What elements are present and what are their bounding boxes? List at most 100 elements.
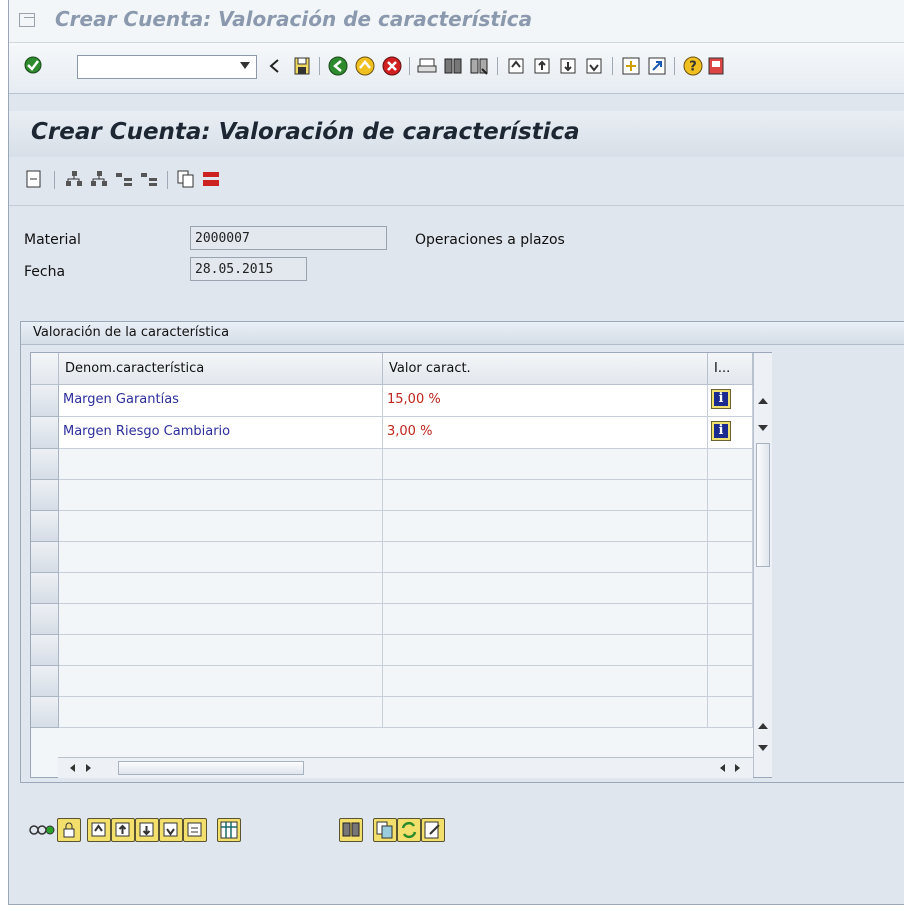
scroll-right-icon[interactable] — [86, 764, 91, 772]
row-selector[interactable] — [31, 573, 59, 604]
last-entry-button[interactable] — [159, 818, 183, 842]
row-selector[interactable] — [31, 542, 59, 573]
empty-cell[interactable] — [708, 542, 753, 573]
exit-icon[interactable] — [354, 55, 376, 77]
vertical-scrollbar[interactable] — [753, 353, 772, 777]
back-arrow-icon[interactable] — [264, 55, 286, 77]
scroll-left-icon[interactable] — [70, 764, 75, 772]
next-entry-button[interactable] — [135, 818, 159, 842]
print-icon[interactable] — [416, 55, 438, 77]
empty-cell[interactable] — [383, 604, 708, 635]
empty-cell[interactable] — [708, 573, 753, 604]
cancel-icon[interactable] — [381, 55, 403, 77]
empty-cell[interactable] — [708, 697, 753, 728]
enter-entry-button[interactable] — [183, 818, 207, 842]
find-button[interactable] — [339, 818, 363, 842]
empty-cell[interactable] — [59, 666, 383, 697]
scroll-thumb[interactable] — [756, 443, 770, 567]
help-icon[interactable]: ? — [682, 55, 704, 77]
first-entry-button[interactable] — [87, 818, 111, 842]
empty-cell[interactable] — [383, 666, 708, 697]
menu-icon[interactable] — [19, 13, 35, 27]
empty-cell[interactable] — [383, 449, 708, 480]
empty-cell[interactable] — [59, 635, 383, 666]
collapse-icon[interactable] — [139, 169, 159, 189]
scroll-thumb[interactable] — [118, 761, 304, 775]
scroll-down-icon[interactable] — [758, 745, 768, 751]
expand-icon[interactable] — [114, 169, 134, 189]
empty-cell[interactable] — [59, 604, 383, 635]
last-page-icon[interactable] — [583, 55, 605, 77]
empty-cell[interactable] — [383, 635, 708, 666]
empty-cell[interactable] — [383, 480, 708, 511]
shortcut-icon[interactable] — [646, 55, 668, 77]
empty-cell[interactable] — [708, 480, 753, 511]
characteristic-name-cell[interactable]: Margen Garantías — [59, 385, 383, 417]
empty-cell[interactable] — [59, 697, 383, 728]
back-icon[interactable] — [327, 55, 349, 77]
row-selector[interactable] — [31, 604, 59, 635]
lock-button[interactable] — [57, 818, 81, 842]
column-header-info[interactable]: I... — [708, 353, 753, 385]
column-header-name[interactable]: Denom.característica — [59, 353, 383, 385]
first-page-icon[interactable] — [505, 55, 527, 77]
document-icon[interactable] — [24, 169, 44, 189]
info-button[interactable]: i — [711, 389, 731, 409]
empty-cell[interactable] — [383, 697, 708, 728]
empty-cell[interactable] — [59, 480, 383, 511]
refresh-button[interactable] — [397, 818, 421, 842]
scroll-up-icon[interactable] — [758, 723, 768, 729]
material-field[interactable]: 2000007 — [190, 226, 387, 250]
scroll-up-icon[interactable] — [758, 398, 768, 404]
new-session-icon[interactable] — [620, 55, 642, 77]
row-selector[interactable] — [31, 511, 59, 542]
empty-cell[interactable] — [708, 511, 753, 542]
empty-cell[interactable] — [708, 449, 753, 480]
empty-cell[interactable] — [708, 604, 753, 635]
row-selector[interactable] — [31, 449, 59, 480]
characteristic-value-cell[interactable]: 3,00 % — [383, 417, 708, 449]
empty-cell[interactable] — [708, 635, 753, 666]
row-selector[interactable] — [31, 697, 59, 728]
find-next-icon[interactable] — [468, 55, 490, 77]
empty-cell[interactable] — [383, 542, 708, 573]
chevron-down-icon[interactable] — [240, 62, 250, 69]
values-icon[interactable] — [201, 169, 221, 189]
traffic-light-icon[interactable] — [29, 818, 55, 842]
table-settings-button[interactable] — [217, 818, 241, 842]
info-column-scroll[interactable] — [708, 757, 753, 778]
scroll-left-icon[interactable] — [720, 764, 725, 772]
fecha-field[interactable]: 28.05.2015 — [190, 257, 307, 281]
empty-cell[interactable] — [59, 511, 383, 542]
hierarchy-icon[interactable] — [64, 169, 84, 189]
empty-cell[interactable] — [383, 511, 708, 542]
row-selector[interactable] — [31, 635, 59, 666]
characteristic-value-cell[interactable]: 15,00 % — [383, 385, 708, 417]
command-field[interactable] — [77, 55, 257, 79]
enter-check-icon[interactable] — [23, 55, 43, 75]
select-all-cell[interactable] — [31, 353, 59, 385]
column-header-value[interactable]: Valor caract. — [383, 353, 708, 385]
row-selector[interactable] — [31, 666, 59, 697]
hierarchy-alt-icon[interactable] — [89, 169, 109, 189]
info-button[interactable]: i — [711, 421, 731, 441]
horizontal-scrollbar[interactable] — [58, 757, 753, 778]
empty-cell[interactable] — [59, 449, 383, 480]
save-icon[interactable] — [291, 55, 313, 77]
scroll-right-icon[interactable] — [735, 764, 740, 772]
row-selector[interactable] — [31, 385, 59, 417]
copy-icon[interactable] — [176, 169, 196, 189]
copy-button[interactable] — [373, 818, 397, 842]
empty-cell[interactable] — [59, 542, 383, 573]
empty-cell[interactable] — [59, 573, 383, 604]
empty-cell[interactable] — [383, 573, 708, 604]
previous-page-icon[interactable] — [531, 55, 553, 77]
customize-layout-icon[interactable] — [706, 55, 728, 77]
previous-entry-button[interactable] — [111, 818, 135, 842]
next-page-icon[interactable] — [557, 55, 579, 77]
edit-button[interactable] — [421, 818, 445, 842]
characteristic-name-cell[interactable]: Margen Riesgo Cambiario — [59, 417, 383, 449]
row-selector[interactable] — [31, 480, 59, 511]
empty-cell[interactable] — [708, 666, 753, 697]
row-selector[interactable] — [31, 417, 59, 449]
